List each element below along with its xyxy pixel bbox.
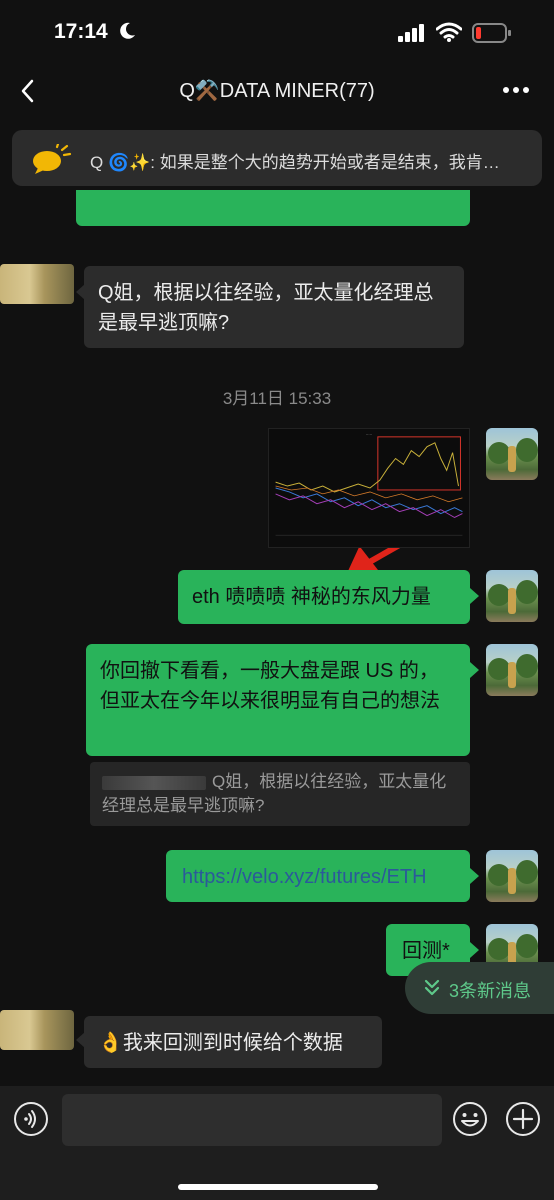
nav-bar: Q⚒️DATA MINER(77) [0,66,554,116]
voice-icon[interactable] [13,1101,49,1137]
wifi-icon [436,22,462,42]
status-bar: 17:14 [0,0,554,66]
status-time: 17:14 [54,20,108,43]
message-text: Q姐，根据以往经验，亚太量化经理总是最早逃顶嘛? [98,282,434,334]
avatar[interactable] [0,264,74,304]
avatar[interactable] [486,570,538,622]
avatar[interactable] [486,644,538,696]
message-timestamp: 3月11日 15:33 [222,389,332,408]
chart-image[interactable]: ····· [268,428,470,548]
svg-text:·····: ····· [366,432,372,437]
message-text: eth 啧啧啧 神秘的东风力量 [192,586,431,608]
message-bubble-outgoing[interactable]: eth 啧啧啧 神秘的东风力量 [178,570,470,624]
new-messages-label: 3条新消息 [449,981,532,1001]
home-indicator [178,1184,378,1190]
emoji-icon[interactable] [452,1101,488,1137]
message-text: 回测* [402,940,450,962]
group-announcement-banner[interactable]: Q 🌀✨: 如果是整个大的趋势开始或者是结束，我肯… [12,130,542,186]
message-text: 👌我来回测到时候给个数据 [98,1032,343,1054]
chat-message-list[interactable]: Q姐，根据以往经验，亚太量化经理总是最早逃顶嘛? 3月11日 15:33 ···… [0,190,554,1086]
message-bubble-incoming[interactable]: Q姐，根据以往经验，亚太量化经理总是最早逃顶嘛? [84,266,464,348]
chat-title: Q⚒️DATA MINER(77) [179,80,375,102]
message-bubble-outgoing[interactable]: 你回撤下看看，一般大盘是跟 US 的，但亚太在今年以来很明显有自己的想法 [86,644,470,756]
avatar[interactable] [486,850,538,902]
battery-icon [472,23,511,43]
avatar[interactable] [486,428,538,480]
double-chevron-down-icon [424,979,440,996]
message-bubble-incoming[interactable]: 👌我来回测到时候给个数据 [84,1016,382,1068]
message-bubble-outgoing-link[interactable]: https://velo.xyz/futures/ETH [166,850,470,902]
message-bubble-outgoing-partial[interactable] [76,190,470,226]
signal-icon [398,24,424,42]
moon-icon [120,22,135,39]
avatar[interactable] [0,1010,74,1050]
message-input[interactable] [62,1094,442,1146]
quoted-sender-redacted [102,775,206,790]
more-icon[interactable] [502,86,530,94]
message-text: 你回撤下看看，一般大盘是跟 US 的，但亚太在今年以来很明显有自己的想法 [100,660,440,712]
message-input-bar [0,1086,554,1200]
link-text[interactable]: https://velo.xyz/futures/ETH [182,866,427,888]
new-messages-button[interactable]: 3条新消息 [405,962,554,1014]
announcement-speech-icon [33,144,72,174]
announcement-text: Q 🌀✨: 如果是整个大的趋势开始或者是结束，我肯… [90,153,500,172]
quoted-message[interactable]: Q姐，根据以往经验，亚太量化经理总是最早逃顶嘛? [90,762,470,826]
plus-icon[interactable] [505,1101,541,1137]
